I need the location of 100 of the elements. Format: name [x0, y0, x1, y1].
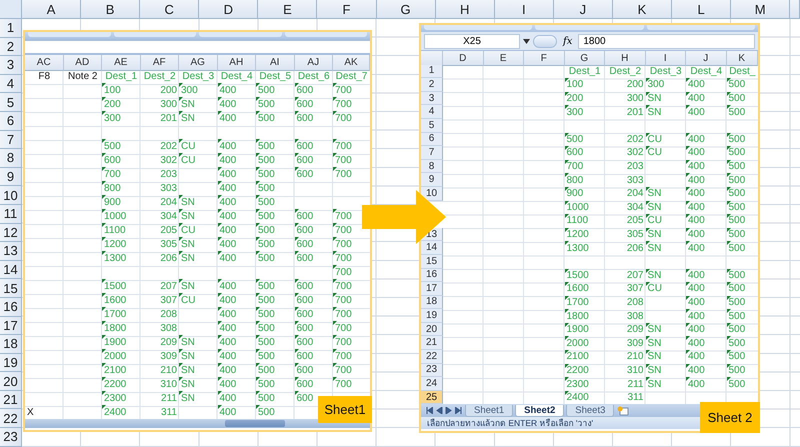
function-label[interactable]: fx — [560, 36, 576, 46]
sheet-tab[interactable]: Sheet1 — [465, 404, 514, 417]
row-header[interactable]: 14 — [0, 260, 22, 280]
column-header[interactable]: C — [140, 0, 200, 19]
column-header[interactable]: AE — [102, 55, 140, 71]
row-header[interactable]: 4 — [0, 74, 22, 94]
row-header[interactable]: 11 — [0, 204, 22, 224]
row-header[interactable]: 24 — [421, 377, 443, 391]
row-header[interactable]: 12 — [0, 224, 22, 242]
column-header[interactable]: L — [672, 0, 732, 19]
column-header[interactable]: F — [524, 51, 564, 66]
row-header[interactable]: 2 — [0, 38, 22, 56]
column-header[interactable]: K — [726, 51, 758, 66]
column-header[interactable]: G — [376, 0, 436, 19]
row-header[interactable]: 6 — [421, 132, 443, 146]
column-header[interactable]: G — [564, 51, 605, 66]
column-header[interactable]: AG — [179, 55, 218, 71]
row-header[interactable]: 22 — [421, 350, 443, 364]
row-header[interactable]: 3 — [0, 56, 22, 75]
row-header[interactable]: 23 — [421, 364, 443, 378]
cell-value: 600 — [296, 84, 314, 96]
row-header[interactable]: 22 — [0, 409, 22, 428]
sheet-tab[interactable]: Sheet3 — [566, 404, 614, 417]
row-header[interactable]: 8 — [0, 149, 22, 168]
row-header[interactable]: 13 — [0, 242, 22, 261]
column-header[interactable]: H — [436, 0, 495, 19]
column-header[interactable]: I — [646, 51, 686, 66]
name-box[interactable]: X25 — [424, 34, 520, 48]
column-header[interactable]: AI — [256, 55, 294, 71]
column-header[interactable]: AJ — [294, 55, 333, 71]
row-header[interactable]: 17 — [421, 282, 443, 296]
column-header[interactable] — [790, 0, 800, 19]
column-header[interactable]: M — [731, 0, 790, 19]
row-header[interactable]: 16 — [0, 298, 22, 316]
column-header[interactable]: F — [317, 0, 377, 19]
cell-value: CU — [181, 154, 196, 166]
column-header[interactable]: A — [22, 0, 82, 19]
column-header[interactable]: AD — [64, 55, 102, 71]
cell-value: 208 — [626, 296, 644, 308]
row-header[interactable]: 8 — [421, 160, 443, 174]
row-header[interactable]: 21 — [421, 336, 443, 350]
row-header[interactable]: 18 — [421, 296, 443, 310]
row-header[interactable]: 23 — [0, 428, 22, 447]
corner-triangle-icon — [256, 153, 260, 157]
row-header[interactable]: 15 — [0, 279, 22, 298]
cell-value: X — [27, 406, 34, 418]
column-header[interactable]: AH — [218, 55, 256, 71]
row-header[interactable]: 1 — [0, 19, 22, 38]
row-header[interactable]: 15 — [421, 254, 443, 268]
column-header[interactable]: E — [258, 0, 318, 19]
corner-triangle-icon — [179, 83, 183, 87]
row-header[interactable]: 20 — [421, 322, 443, 336]
column-header[interactable]: AF — [140, 55, 179, 71]
row-header[interactable]: 9 — [421, 173, 443, 187]
row-header[interactable]: 1 — [421, 64, 443, 78]
scrollbar-thumb[interactable] — [225, 420, 285, 427]
cell-value: SN — [648, 242, 662, 254]
horizontal-scrollbar[interactable] — [25, 419, 370, 428]
row-header[interactable]: 5 — [0, 93, 22, 112]
sheet-nav-icon[interactable] — [425, 407, 433, 414]
row-header[interactable]: 20 — [0, 372, 22, 391]
formula-field[interactable]: 1800 — [578, 34, 755, 48]
row-header[interactable]: 17 — [0, 316, 22, 336]
corner-triangle-icon — [726, 309, 730, 314]
select-all-corner[interactable] — [421, 51, 443, 66]
column-header[interactable]: J — [554, 0, 613, 19]
column-header[interactable]: J — [686, 51, 726, 66]
row-header[interactable]: 2 — [421, 78, 443, 92]
row-header[interactable]: 21 — [0, 390, 22, 410]
row-header[interactable]: 16 — [421, 268, 443, 282]
row-header[interactable]: 7 — [0, 130, 22, 150]
column-header[interactable]: H — [605, 51, 646, 66]
column-header[interactable]: AC — [25, 55, 64, 71]
caret-icon[interactable] — [523, 38, 530, 44]
row-header[interactable]: 10 — [0, 186, 22, 205]
sheet-nav-icon[interactable] — [455, 407, 463, 414]
row-header[interactable]: 7 — [421, 146, 443, 160]
row-header[interactable]: 5 — [421, 118, 443, 133]
column-header[interactable]: E — [484, 51, 524, 66]
column-header[interactable]: AK — [333, 55, 370, 71]
corner-triangle-icon — [102, 209, 106, 213]
row-header[interactable]: 9 — [0, 168, 22, 186]
row-header[interactable]: 6 — [0, 112, 22, 131]
select-all-corner[interactable] — [0, 0, 22, 19]
corner-triangle-icon — [333, 209, 337, 213]
sheet-tab[interactable]: Sheet2 — [515, 404, 564, 417]
row-header[interactable]: 18 — [0, 335, 22, 354]
cell-value: 500 — [728, 79, 746, 90]
row-header[interactable]: 25 — [421, 390, 443, 404]
column-header[interactable]: D — [443, 51, 484, 66]
row-header[interactable]: 14 — [421, 241, 443, 255]
insert-sheet-icon[interactable] — [616, 406, 630, 416]
row-header[interactable]: 3 — [421, 92, 443, 106]
column-header[interactable]: I — [494, 0, 554, 19]
row-header[interactable]: 19 — [421, 309, 443, 323]
column-header[interactable]: K — [612, 0, 672, 19]
row-header[interactable]: 4 — [421, 105, 443, 119]
column-header[interactable]: B — [81, 0, 140, 19]
column-header[interactable]: D — [199, 0, 258, 19]
row-header[interactable]: 19 — [0, 354, 22, 372]
